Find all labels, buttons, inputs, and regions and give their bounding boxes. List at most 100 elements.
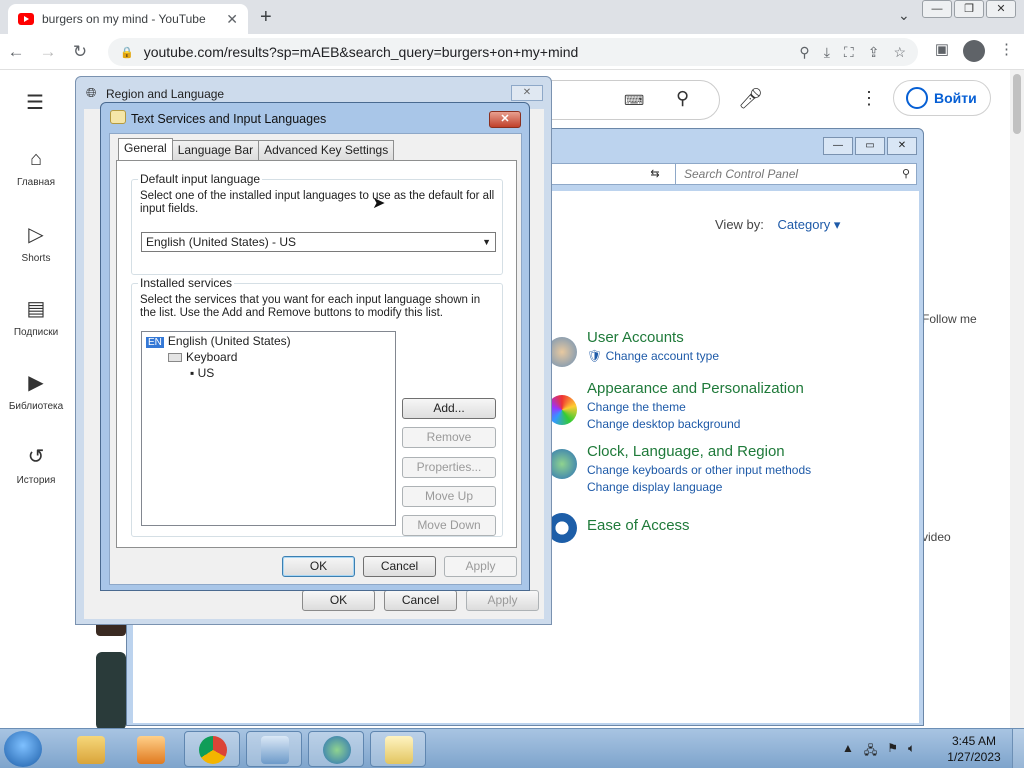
url-text[interactable]: youtube.com/results?sp=mAEB&search_query… <box>144 44 790 60</box>
tree-label: English (United States) <box>167 334 291 348</box>
install-icon[interactable]: ⤓ <box>824 44 830 61</box>
tree-item-language[interactable]: EN English (United States) <box>146 334 291 348</box>
search-icon[interactable]: ⚲ <box>799 44 809 61</box>
move-down-button[interactable]: Move Down <box>402 515 496 536</box>
add-button[interactable]: Add... <box>402 398 496 419</box>
rl-apply-button[interactable]: Apply <box>466 590 539 611</box>
sidebar-item-home[interactable]: ⌂ Главная <box>0 148 72 188</box>
section-title[interactable]: Ease of Access <box>587 517 690 534</box>
rl-close-button[interactable]: ✕ <box>511 85 543 101</box>
taskbar-region-language[interactable] <box>308 731 364 767</box>
tab-close-icon[interactable]: ✕ <box>226 11 238 28</box>
side-panel-icon[interactable]: ▣ <box>935 40 949 62</box>
sidebar-item-shorts[interactable]: ▷ Shorts <box>0 222 72 264</box>
bullet-icon: ▪ <box>190 366 198 380</box>
taskbar-chrome[interactable] <box>184 731 240 767</box>
view-by-label: View by: <box>715 217 764 232</box>
section-link[interactable]: Change display language <box>587 480 811 494</box>
section-link[interactable]: Change keyboards or other input methods <box>587 463 811 477</box>
taskbar-control-panel[interactable] <box>246 731 302 767</box>
tree-item-layout[interactable]: ▪ US <box>190 366 214 380</box>
section-link[interactable]: 🛡︎ Change account type <box>587 349 719 363</box>
page-scrollbar[interactable] <box>1010 70 1024 730</box>
microphone-icon[interactable]: 🎤︎ <box>738 86 763 111</box>
apply-button[interactable]: Apply <box>444 556 517 577</box>
section-title[interactable]: User Accounts <box>587 329 719 346</box>
profile-avatar-icon[interactable] <box>963 40 985 62</box>
section-title[interactable]: Appearance and Personalization <box>587 380 804 397</box>
bookmark-star-icon[interactable]: ☆ <box>893 44 906 61</box>
installed-services-group: Installed services Select the services t… <box>131 276 503 537</box>
lock-icon[interactable]: 🔒 <box>120 46 134 59</box>
rl-cancel-button[interactable]: Cancel <box>384 590 457 611</box>
scrollbar-thumb[interactable] <box>1013 74 1021 134</box>
taskbar-text-services[interactable] <box>370 731 426 767</box>
move-up-button[interactable]: Move Up <box>402 486 496 507</box>
subscriptions-icon: ▤ <box>26 298 46 320</box>
share-icon[interactable]: ⇪ <box>868 44 880 61</box>
tab-general[interactable]: General <box>118 138 173 160</box>
installed-services-tree[interactable]: EN English (United States) Keyboard ▪ US <box>141 331 396 526</box>
restore-button[interactable]: ❐ <box>954 0 984 18</box>
new-tab-button[interactable]: + <box>260 6 272 29</box>
tree-item-keyboard[interactable]: Keyboard <box>168 350 237 364</box>
view-by-dropdown[interactable]: Category ▾ <box>778 217 841 232</box>
cp-close-button[interactable]: ✕ <box>887 137 917 155</box>
close-window-button[interactable]: ✕ <box>986 0 1016 18</box>
cp-search-input[interactable]: Search Control Panel ⚲ <box>675 163 917 185</box>
general-tab-panel: Default input language Select one of the… <box>116 160 517 548</box>
taskbar-clock[interactable]: 3:45 AM 1/27/2023 <box>940 733 1008 765</box>
reload-button[interactable]: ↻ <box>64 42 96 62</box>
chrome-menu-icon[interactable]: ⋮ <box>999 40 1014 62</box>
properties-button[interactable]: Properties... <box>402 457 496 478</box>
youtube-search-icon[interactable]: ⚲ <box>676 88 689 109</box>
clock-date: 1/27/2023 <box>947 750 1001 764</box>
ts-close-button[interactable]: ✕ <box>489 111 521 128</box>
back-button[interactable]: ← <box>0 42 32 62</box>
group-label: Installed services <box>138 276 235 290</box>
sidebar-item-subscriptions[interactable]: ▤ Подписки <box>0 296 72 338</box>
start-button[interactable] <box>4 731 42 767</box>
action-center-flag-icon[interactable]: ⚑ <box>887 741 898 762</box>
media-player-icon <box>137 736 165 764</box>
tab-search-chevron-icon[interactable]: ⌄ <box>898 7 910 24</box>
address-bar[interactable]: 🔒 youtube.com/results?sp=mAEB&search_que… <box>108 38 918 66</box>
section-title[interactable]: Clock, Language, and Region <box>587 443 811 460</box>
taskbar-media-player[interactable] <box>122 731 178 767</box>
tab-language-bar[interactable]: Language Bar <box>171 140 260 160</box>
minimize-button[interactable]: — <box>922 0 952 18</box>
folder-icon <box>77 736 105 764</box>
clock-time: 3:45 AM <box>951 734 997 748</box>
cp-maximize-button[interactable]: ▭ <box>855 137 885 155</box>
cancel-button[interactable]: Cancel <box>363 556 436 577</box>
section-link[interactable]: Change the theme <box>587 400 804 414</box>
remove-button[interactable]: Remove <box>402 427 496 448</box>
more-options-icon[interactable]: ⋮ <box>860 88 878 109</box>
video-thumbnail[interactable] <box>96 652 126 730</box>
sidebar-item-history[interactable]: ↺ История <box>0 444 72 486</box>
cp-section-user-accounts: User Accounts 🛡︎ Change account type <box>587 329 719 363</box>
rl-ok-button[interactable]: OK <box>302 590 375 611</box>
chevron-down-icon[interactable]: ▼ <box>482 233 491 251</box>
sidebar-item-library[interactable]: ▶ Библиотека <box>0 370 72 412</box>
show-hidden-icons-icon[interactable]: ▲ <box>842 741 854 762</box>
translate-icon[interactable]: ⛶ <box>844 44 854 61</box>
browser-tab-youtube[interactable]: burgers on my mind - YouTube ✕ <box>8 4 248 34</box>
hamburger-menu-icon[interactable]: ☰ <box>26 90 44 115</box>
search-icon[interactable]: ⚲ <box>902 167 910 180</box>
mouse-cursor-icon: ➤ <box>372 195 386 212</box>
ok-button[interactable]: OK <box>282 556 355 577</box>
cp-minimize-button[interactable]: — <box>823 137 853 155</box>
network-icon[interactable]: 🖧 <box>864 741 877 762</box>
show-desktop-button[interactable] <box>1012 729 1024 768</box>
taskbar-explorer[interactable] <box>62 731 118 767</box>
volume-icon[interactable]: 🔈︎ <box>908 741 915 762</box>
refresh-icon[interactable]: ⇆ <box>643 163 667 185</box>
forward-button[interactable]: → <box>32 42 64 62</box>
default-language-dropdown[interactable]: English (United States) - US ▼ <box>141 232 496 252</box>
keyboard-icon[interactable]: ⌨ <box>624 92 644 109</box>
section-link[interactable]: Change desktop background <box>587 417 804 431</box>
keyboard-icon <box>385 736 413 764</box>
tab-advanced-key-settings[interactable]: Advanced Key Settings <box>258 140 395 160</box>
sign-in-button[interactable]: Войти <box>893 80 991 116</box>
